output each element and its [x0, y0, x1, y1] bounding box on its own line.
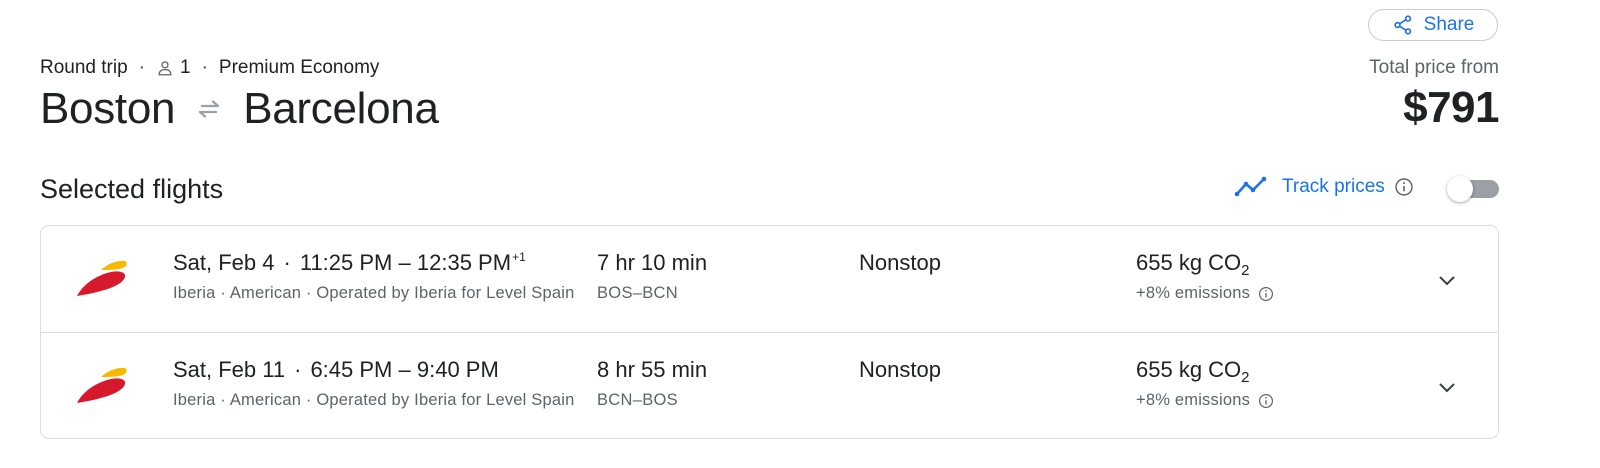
share-label: Share	[1423, 14, 1475, 35]
iberia-logo-icon	[77, 367, 127, 403]
airline-names: Iberia · American · Operated by Iberia f…	[173, 391, 575, 409]
day-offset: +1	[512, 250, 526, 264]
flight-times: Sat, Feb 4 · 11:25 PM – 12:35 PM+1	[173, 250, 526, 276]
info-icon[interactable]	[1258, 393, 1274, 409]
departure-time: 11:25 PM	[299, 250, 393, 275]
round-trip-arrows-icon	[193, 93, 225, 125]
emissions-label: +8% emissions	[1136, 391, 1251, 409]
info-icon[interactable]	[1394, 177, 1414, 197]
toggle-knob	[1447, 176, 1473, 202]
departure-time: 6:45 PM	[310, 357, 393, 382]
selected-flights-list: Sat, Feb 4 · 11:25 PM – 12:35 PM+1 Iberia …	[40, 225, 1499, 439]
stops-label: Nonstop	[859, 357, 941, 382]
flight-duration: 8 hr 55 min	[597, 357, 708, 382]
trip-type: Round trip	[40, 57, 128, 78]
co2-value: 655 kg CO2	[1136, 250, 1250, 279]
flight-row-return[interactable]: Sat, Feb 11 · 6:45 PM – 9:40 PM Iberia · A…	[41, 332, 1498, 438]
track-prices[interactable]: Track prices	[1234, 175, 1414, 199]
iberia-logo-icon	[77, 260, 127, 296]
emissions-label: +8% emissions	[1136, 284, 1251, 302]
flight-times: Sat, Feb 11 · 6:45 PM – 9:40 PM	[173, 357, 499, 383]
co2-subscript: 2	[1241, 369, 1250, 386]
co2-subscript: 2	[1241, 262, 1250, 279]
total-price-label: Total price from	[1369, 57, 1499, 78]
flight-duration: 7 hr 10 min	[597, 250, 708, 275]
arrival-time: 12:35 PM	[416, 250, 512, 275]
share-icon	[1393, 15, 1411, 35]
share-button[interactable]: Share	[1368, 9, 1498, 41]
time-dash: –	[398, 357, 411, 382]
destination-city: Barcelona	[243, 84, 439, 133]
emissions-note: +8% emissions	[1136, 284, 1274, 303]
info-icon[interactable]	[1258, 286, 1274, 302]
route-title: Boston Barcelona	[40, 84, 439, 134]
airport-codes: BCN–BOS	[597, 391, 678, 409]
emissions-note: +8% emissions	[1136, 391, 1274, 410]
arrival-time: 9:40 PM	[416, 357, 499, 382]
trend-line-icon	[1234, 176, 1267, 197]
origin-city: Boston	[40, 84, 176, 133]
separator-dot: ·	[294, 357, 302, 382]
flight-date: Sat, Feb 4	[173, 250, 275, 275]
total-price: $791	[1403, 83, 1499, 132]
time-dash: –	[398, 250, 411, 275]
co2-amount: 655 kg CO	[1136, 250, 1242, 275]
passenger-count: 1	[156, 57, 191, 79]
selected-flights-heading: Selected flights	[40, 174, 224, 204]
airport-codes: BOS–BCN	[597, 284, 678, 302]
trip-summary: Round trip · 1 · Premium Economy	[40, 57, 379, 79]
flight-row-outbound[interactable]: Sat, Feb 4 · 11:25 PM – 12:35 PM+1 Iberia …	[41, 226, 1498, 332]
co2-value: 655 kg CO2	[1136, 357, 1250, 386]
flight-date: Sat, Feb 11	[173, 357, 286, 382]
stops-label: Nonstop	[859, 250, 941, 275]
separator-dot: ·	[283, 250, 291, 275]
separator-dot: ·	[138, 57, 145, 78]
airline-names: Iberia · American · Operated by Iberia f…	[173, 284, 575, 302]
expand-chevron-icon[interactable]	[1431, 371, 1463, 403]
track-prices-toggle[interactable]	[1447, 176, 1500, 202]
expand-chevron-icon[interactable]	[1431, 264, 1463, 296]
person-icon	[158, 61, 172, 76]
passenger-count-value: 1	[180, 57, 191, 78]
cabin-class: Premium Economy	[218, 57, 380, 78]
separator-dot: ·	[201, 57, 208, 78]
track-prices-label: Track prices	[1282, 176, 1385, 197]
co2-amount: 655 kg CO	[1136, 357, 1242, 382]
